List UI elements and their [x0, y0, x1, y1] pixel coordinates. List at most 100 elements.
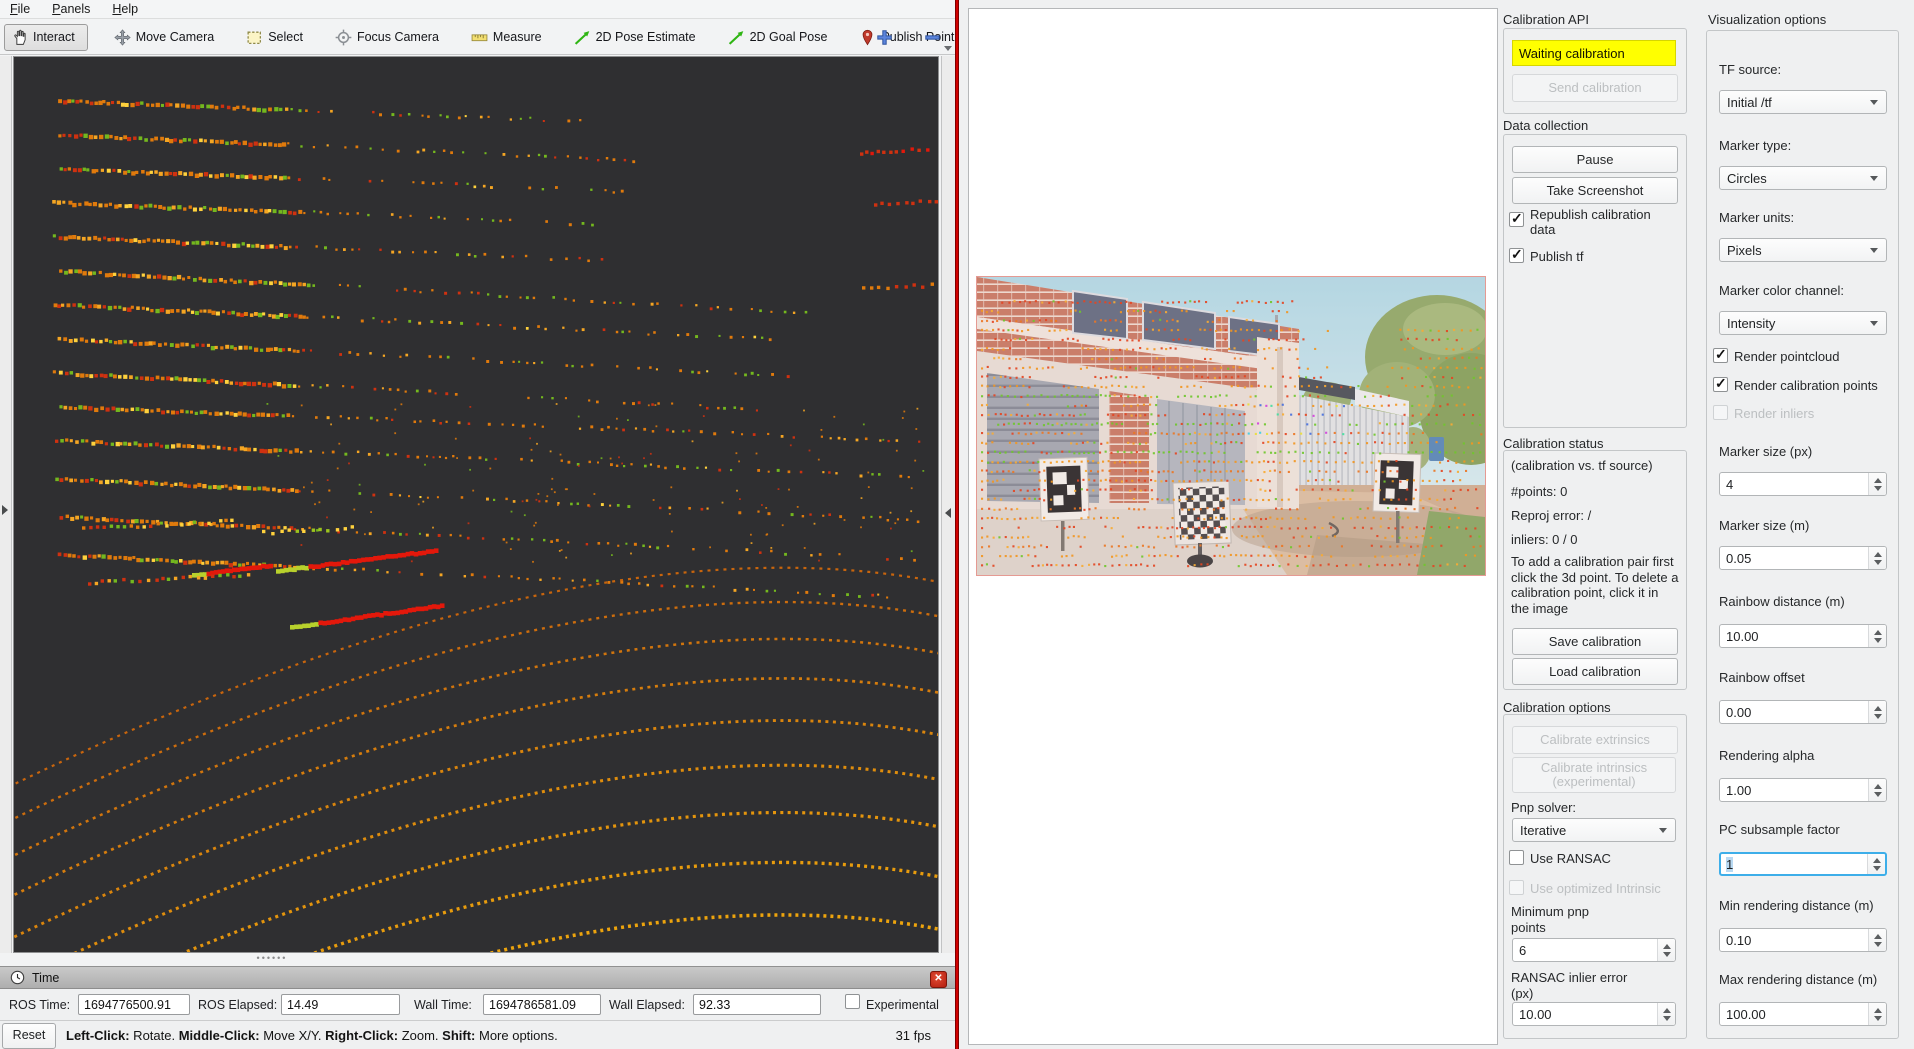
spinner-arrows-icon[interactable]	[1868, 547, 1886, 569]
tool-2d-pose-estimate[interactable]: 2D Pose Estimate	[568, 24, 702, 51]
tool-select[interactable]: Select	[240, 24, 309, 51]
splitter-handle[interactable]: ••••••	[232, 953, 312, 966]
tool-2d-goal-pose[interactable]: 2D Goal Pose	[722, 24, 834, 51]
spinner-arrows-icon[interactable]	[1657, 939, 1675, 961]
ransac-inlier-error-spinner[interactable]: 10.00	[1512, 1002, 1676, 1026]
tool-interact[interactable]: Interact	[4, 24, 88, 51]
marker-size-px-spinner[interactable]: 4	[1719, 472, 1887, 496]
tool-focus-camera[interactable]: Focus Camera	[329, 24, 445, 51]
rainbow-distance-value: 10.00	[1726, 629, 1759, 644]
republish-calibration-checkbox[interactable]	[1509, 212, 1524, 227]
time-panel-header[interactable]: Time ✕	[0, 966, 955, 989]
marker-type-label: Marker type:	[1719, 138, 1791, 154]
publish-tf-label: Publish tf	[1530, 249, 1583, 264]
pc-subsample-factor-label: PC subsample factor	[1719, 822, 1840, 838]
minimum-pnp-points-spinner[interactable]: 6	[1512, 938, 1676, 962]
use-ransac-label: Use RANSAC	[1530, 851, 1611, 866]
experimental-checkbox[interactable]	[845, 994, 860, 1009]
pause-button[interactable]: Pause	[1512, 146, 1678, 173]
chevron-down-icon	[1870, 176, 1878, 181]
spinner-arrows-icon[interactable]	[1868, 625, 1886, 647]
time-fields-row: ROS Time: 1694776500.91 ROS Elapsed: 14.…	[0, 989, 955, 1020]
wall-elapsed-field[interactable]: 92.33	[693, 994, 821, 1015]
marker-type-select[interactable]: Circles	[1719, 166, 1887, 190]
ros-elapsed-field[interactable]: 14.49	[281, 994, 400, 1015]
spinner-arrows-icon[interactable]	[1868, 779, 1886, 801]
pc-subsample-factor-spinner[interactable]: 1	[1719, 852, 1887, 876]
clock-icon	[10, 970, 25, 985]
tool-label: Interact	[33, 30, 75, 44]
chevron-down-icon	[1870, 248, 1878, 253]
render-calibration-points-label: Render calibration points	[1734, 378, 1878, 393]
marker-units-label: Marker units:	[1719, 210, 1794, 226]
send-calibration-button[interactable]: Send calibration	[1512, 74, 1678, 102]
marker-color-channel-select[interactable]: Intensity	[1719, 311, 1887, 335]
menu-help[interactable]: Help	[112, 2, 138, 16]
reset-button[interactable]: Reset	[2, 1023, 56, 1049]
rainbow-offset-spinner[interactable]: 0.00	[1719, 700, 1887, 724]
displays-panel-collapsed[interactable]	[0, 56, 12, 953]
marker-color-channel-label: Marker color channel:	[1719, 283, 1844, 299]
tool-label: Move Camera	[136, 30, 215, 44]
tool-move-camera[interactable]: Move Camera	[108, 24, 221, 51]
pnp-solver-label: Pnp solver:	[1511, 800, 1576, 816]
toolbar-overflow-icon[interactable]	[944, 46, 952, 51]
take-screenshot-button[interactable]: Take Screenshot	[1512, 177, 1678, 204]
spinner-arrows-icon[interactable]	[1868, 473, 1886, 495]
tool-label: 2D Goal Pose	[750, 30, 828, 44]
inliers-count: inliers: 0 / 0	[1511, 532, 1577, 547]
menu-panels[interactable]: Panels	[52, 2, 90, 16]
tf-source-value: Initial /tf	[1727, 95, 1772, 110]
close-time-panel-button[interactable]: ✕	[930, 971, 947, 988]
calibration-panel: Calibration API Waiting calibration Send…	[959, 0, 1914, 1049]
experimental-label: Experimental	[866, 998, 939, 1012]
marker-units-select[interactable]: Pixels	[1719, 238, 1887, 262]
republish-calibration-label: Republish calibration data	[1530, 207, 1675, 237]
calibrate-extrinsics-button[interactable]: Calibrate extrinsics	[1512, 726, 1678, 754]
remove-tool-button[interactable]	[920, 25, 944, 49]
use-ransac-checkbox[interactable]	[1509, 850, 1524, 865]
calibrate-intrinsics-button[interactable]: Calibrate intrinsics (experimental)	[1512, 757, 1676, 793]
ros-time-field[interactable]: 1694776500.91	[78, 994, 190, 1015]
tool-label: Measure	[493, 30, 542, 44]
wall-time-field[interactable]: 1694786581.09	[483, 994, 601, 1015]
mouse-help-text: Left-Click: Rotate. Middle-Click: Move X…	[66, 1028, 558, 1043]
load-calibration-button[interactable]: Load calibration	[1512, 658, 1678, 685]
calibration-options-title: Calibration options	[1503, 700, 1611, 715]
tf-source-select[interactable]: Initial /tf	[1719, 90, 1887, 114]
add-tool-button[interactable]	[872, 25, 896, 49]
publish-tf-checkbox[interactable]	[1509, 248, 1524, 263]
tool-measure[interactable]: Measure	[465, 24, 548, 51]
pointcloud-viewport[interactable]	[13, 56, 939, 953]
tf-source-label: TF source:	[1719, 62, 1781, 78]
render-calibration-points-checkbox[interactable]	[1713, 377, 1728, 392]
ros-time-label: ROS Time:	[9, 998, 70, 1012]
minimum-pnp-points-label: Minimum pnp points	[1511, 904, 1621, 936]
pnp-solver-select[interactable]: Iterative	[1512, 818, 1676, 842]
use-optimized-intrinsic-checkbox[interactable]	[1509, 880, 1524, 895]
calibration-api-status: Waiting calibration	[1512, 40, 1676, 66]
plus-icon	[875, 28, 894, 47]
render-pointcloud-checkbox[interactable]	[1713, 348, 1728, 363]
crosshair-icon	[335, 29, 352, 46]
spinner-arrows-icon[interactable]	[1657, 1003, 1675, 1025]
max-rendering-distance-spinner[interactable]: 100.00	[1719, 1002, 1887, 1026]
spinner-arrows-icon[interactable]	[1867, 854, 1885, 874]
calibration-scene	[977, 277, 1485, 575]
minus-icon	[923, 28, 942, 47]
min-rendering-distance-spinner[interactable]: 0.10	[1719, 928, 1887, 952]
camera-image[interactable]	[976, 276, 1486, 576]
spinner-arrows-icon[interactable]	[1868, 701, 1886, 723]
spinner-arrows-icon[interactable]	[1868, 929, 1886, 951]
fps-counter: 31 fps	[896, 1028, 931, 1043]
save-calibration-button[interactable]: Save calibration	[1512, 628, 1678, 655]
menu-file[interactable]: File	[10, 2, 30, 16]
render-inliers-checkbox[interactable]	[1713, 405, 1728, 420]
rendering-alpha-spinner[interactable]: 1.00	[1719, 778, 1887, 802]
viewport-collapse-handle[interactable]	[941, 56, 955, 953]
ransac-inlier-error-label: RANSAC inlier error (px)	[1511, 970, 1631, 1002]
render-inliers-label: Render inliers	[1734, 406, 1814, 421]
marker-size-m-spinner[interactable]: 0.05	[1719, 546, 1887, 570]
rainbow-distance-spinner[interactable]: 10.00	[1719, 624, 1887, 648]
spinner-arrows-icon[interactable]	[1868, 1003, 1886, 1025]
